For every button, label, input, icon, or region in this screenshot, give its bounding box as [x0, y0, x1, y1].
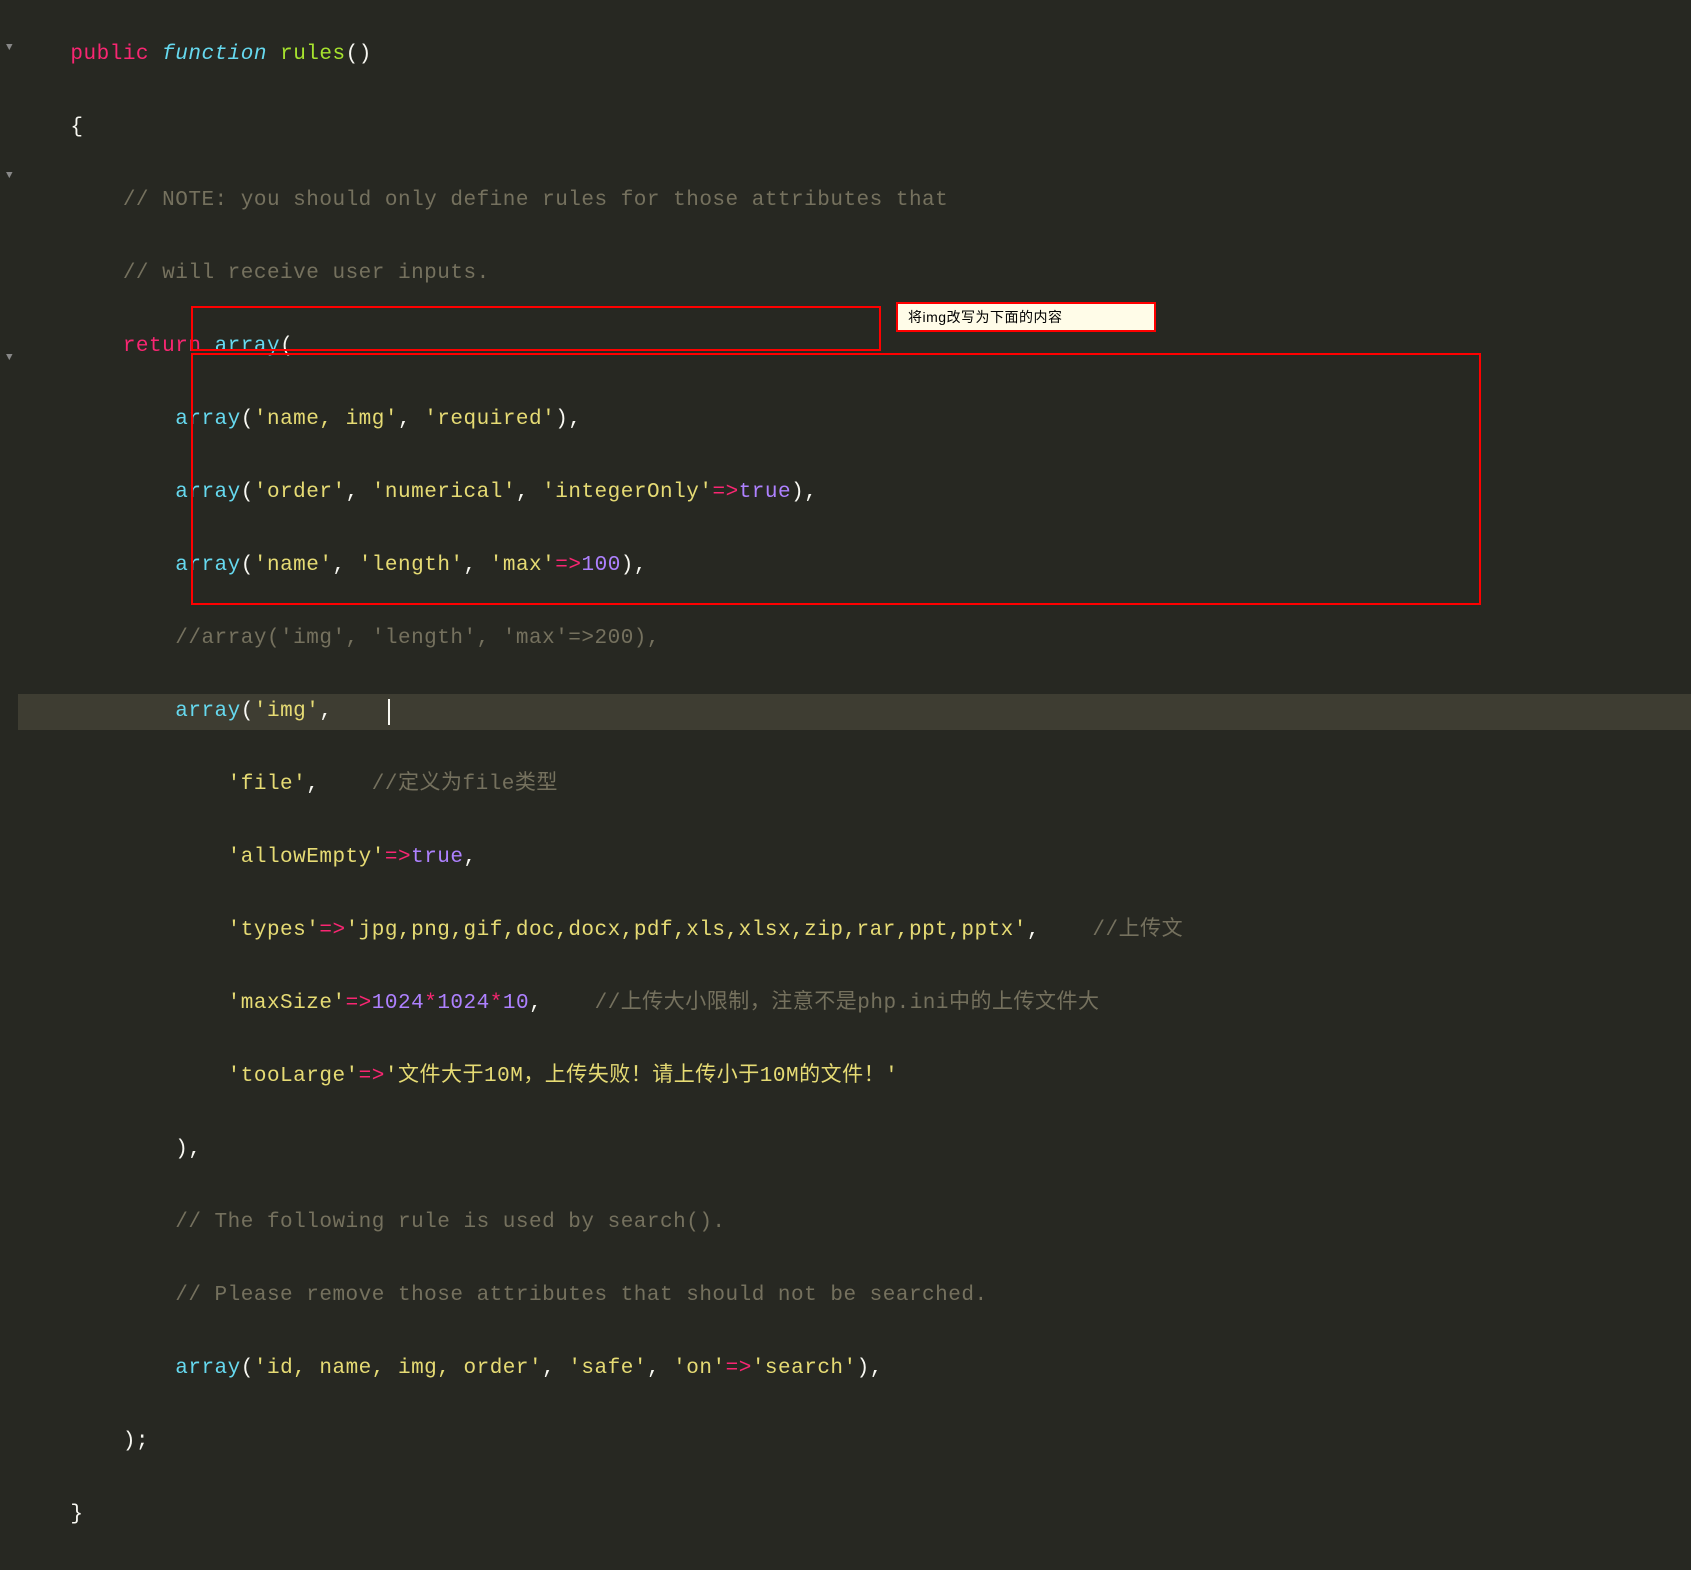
- gutter: ▼ ▼ ▼: [0, 0, 18, 876]
- string-literal: 'required': [424, 408, 555, 431]
- parens: (): [346, 43, 372, 66]
- string-literal: 'types': [228, 919, 320, 942]
- func-call-array: array: [175, 1357, 241, 1380]
- code-line[interactable]: 'maxSize'=>1024*1024*10, //上传大小限制，注意不是ph…: [18, 986, 1691, 1023]
- code-line[interactable]: return array(: [18, 329, 1691, 366]
- code-line[interactable]: public function rules(): [18, 37, 1691, 74]
- brace-close: }: [70, 1503, 83, 1526]
- string-literal: 'integerOnly': [542, 481, 712, 504]
- code-line[interactable]: array('name, img', 'required'),: [18, 402, 1691, 439]
- string-literal: 'tooLarge': [228, 1065, 359, 1088]
- code-line[interactable]: {: [18, 110, 1691, 147]
- code-line[interactable]: array('id, name, img, order', 'safe', 'o…: [18, 1351, 1691, 1388]
- string-literal: 'img': [254, 700, 320, 723]
- code-line[interactable]: // The following rule is used by search(…: [18, 1205, 1691, 1242]
- code-line[interactable]: );: [18, 1424, 1691, 1461]
- code-line[interactable]: ),: [18, 1132, 1691, 1169]
- string-literal: 'id, name, img, order': [254, 1357, 542, 1380]
- fold-marker-icon[interactable]: ▼: [6, 170, 13, 182]
- number-literal: 10: [503, 992, 529, 1015]
- arrow-op: =>: [712, 481, 738, 504]
- code-line[interactable]: 'file', //定义为file类型: [18, 767, 1691, 804]
- annotation-callout: 将img改写为下面的内容: [896, 302, 1156, 332]
- text-cursor: [388, 699, 390, 725]
- arrow-op: =>: [359, 1065, 385, 1088]
- keyword-return: return: [123, 335, 202, 358]
- keyword-public: public: [70, 43, 149, 66]
- comment: //定义为file类型: [372, 773, 558, 796]
- number-literal: 1024: [372, 992, 424, 1015]
- string-literal: 'maxSize': [228, 992, 346, 1015]
- string-literal: 'length': [359, 554, 464, 577]
- arrow-op: =>: [555, 554, 581, 577]
- fold-marker-icon[interactable]: ▼: [6, 42, 13, 54]
- string-literal: 'order': [254, 481, 346, 504]
- code-line[interactable]: // Please remove those attributes that s…: [18, 1278, 1691, 1315]
- code-line[interactable]: // NOTE: you should only define rules fo…: [18, 183, 1691, 220]
- code-editor[interactable]: public function rules() { // NOTE: you s…: [18, 0, 1691, 1570]
- string-literal: 'max': [490, 554, 556, 577]
- arrow-op: =>: [385, 846, 411, 869]
- number-literal: 100: [581, 554, 620, 577]
- func-call-array: array: [175, 481, 241, 504]
- comment: //上传大小限制，注意不是php.ini中的上传文件大: [595, 992, 1100, 1015]
- arrow-op: =>: [346, 992, 372, 1015]
- func-call-array: array: [175, 408, 241, 431]
- paren-close: );: [123, 1430, 149, 1453]
- comment: // NOTE: you should only define rules fo…: [123, 189, 948, 212]
- code-line[interactable]: 'allowEmpty'=>true,: [18, 840, 1691, 877]
- string-literal: 'search': [752, 1357, 857, 1380]
- brace-open: {: [70, 116, 83, 139]
- func-call-array: array: [175, 700, 241, 723]
- string-literal: '文件大于10M，上传失败！请上传小于10M的文件！': [385, 1065, 898, 1088]
- comment: // The following rule is used by search(…: [175, 1211, 725, 1234]
- code-line[interactable]: }: [18, 1497, 1691, 1534]
- code-line[interactable]: 'types'=>'jpg,png,gif,doc,docx,pdf,xls,x…: [18, 913, 1691, 950]
- string-literal: 'safe': [568, 1357, 647, 1380]
- string-literal: 'name, img': [254, 408, 398, 431]
- string-literal: 'jpg,png,gif,doc,docx,pdf,xls,xlsx,zip,r…: [346, 919, 1027, 942]
- code-line-current[interactable]: array('img',: [18, 694, 1691, 731]
- comment: // Please remove those attributes that s…: [175, 1284, 987, 1307]
- const-true: true: [411, 846, 463, 869]
- string-literal: 'on': [673, 1357, 725, 1380]
- const-true: true: [739, 481, 791, 504]
- paren-open: (: [280, 335, 293, 358]
- paren-close: ),: [175, 1138, 201, 1161]
- string-literal: 'allowEmpty': [228, 846, 385, 869]
- string-literal: 'file': [228, 773, 307, 796]
- code-line[interactable]: //array('img', 'length', 'max'=>200),: [18, 621, 1691, 658]
- function-name: rules: [280, 43, 346, 66]
- arrow-op: =>: [726, 1357, 752, 1380]
- string-literal: 'numerical': [372, 481, 516, 504]
- string-literal: 'name': [254, 554, 333, 577]
- code-line[interactable]: array('name', 'length', 'max'=>100),: [18, 548, 1691, 585]
- keyword-function: function: [162, 43, 267, 66]
- fold-marker-icon[interactable]: ▼: [6, 352, 13, 364]
- comment: // will receive user inputs.: [123, 262, 490, 285]
- code-line[interactable]: 'tooLarge'=>'文件大于10M，上传失败！请上传小于10M的文件！': [18, 1059, 1691, 1096]
- comment: //上传文: [1092, 919, 1183, 942]
- annotation-text: 将img改写为下面的内容: [908, 307, 1063, 327]
- code-line[interactable]: // will receive user inputs.: [18, 256, 1691, 293]
- arrow-op: =>: [319, 919, 345, 942]
- number-literal: 1024: [437, 992, 489, 1015]
- func-call-array: array: [175, 554, 241, 577]
- comment: //array('img', 'length', 'max'=>200),: [175, 627, 660, 650]
- code-line[interactable]: array('order', 'numerical', 'integerOnly…: [18, 475, 1691, 512]
- func-call-array: array: [215, 335, 281, 358]
